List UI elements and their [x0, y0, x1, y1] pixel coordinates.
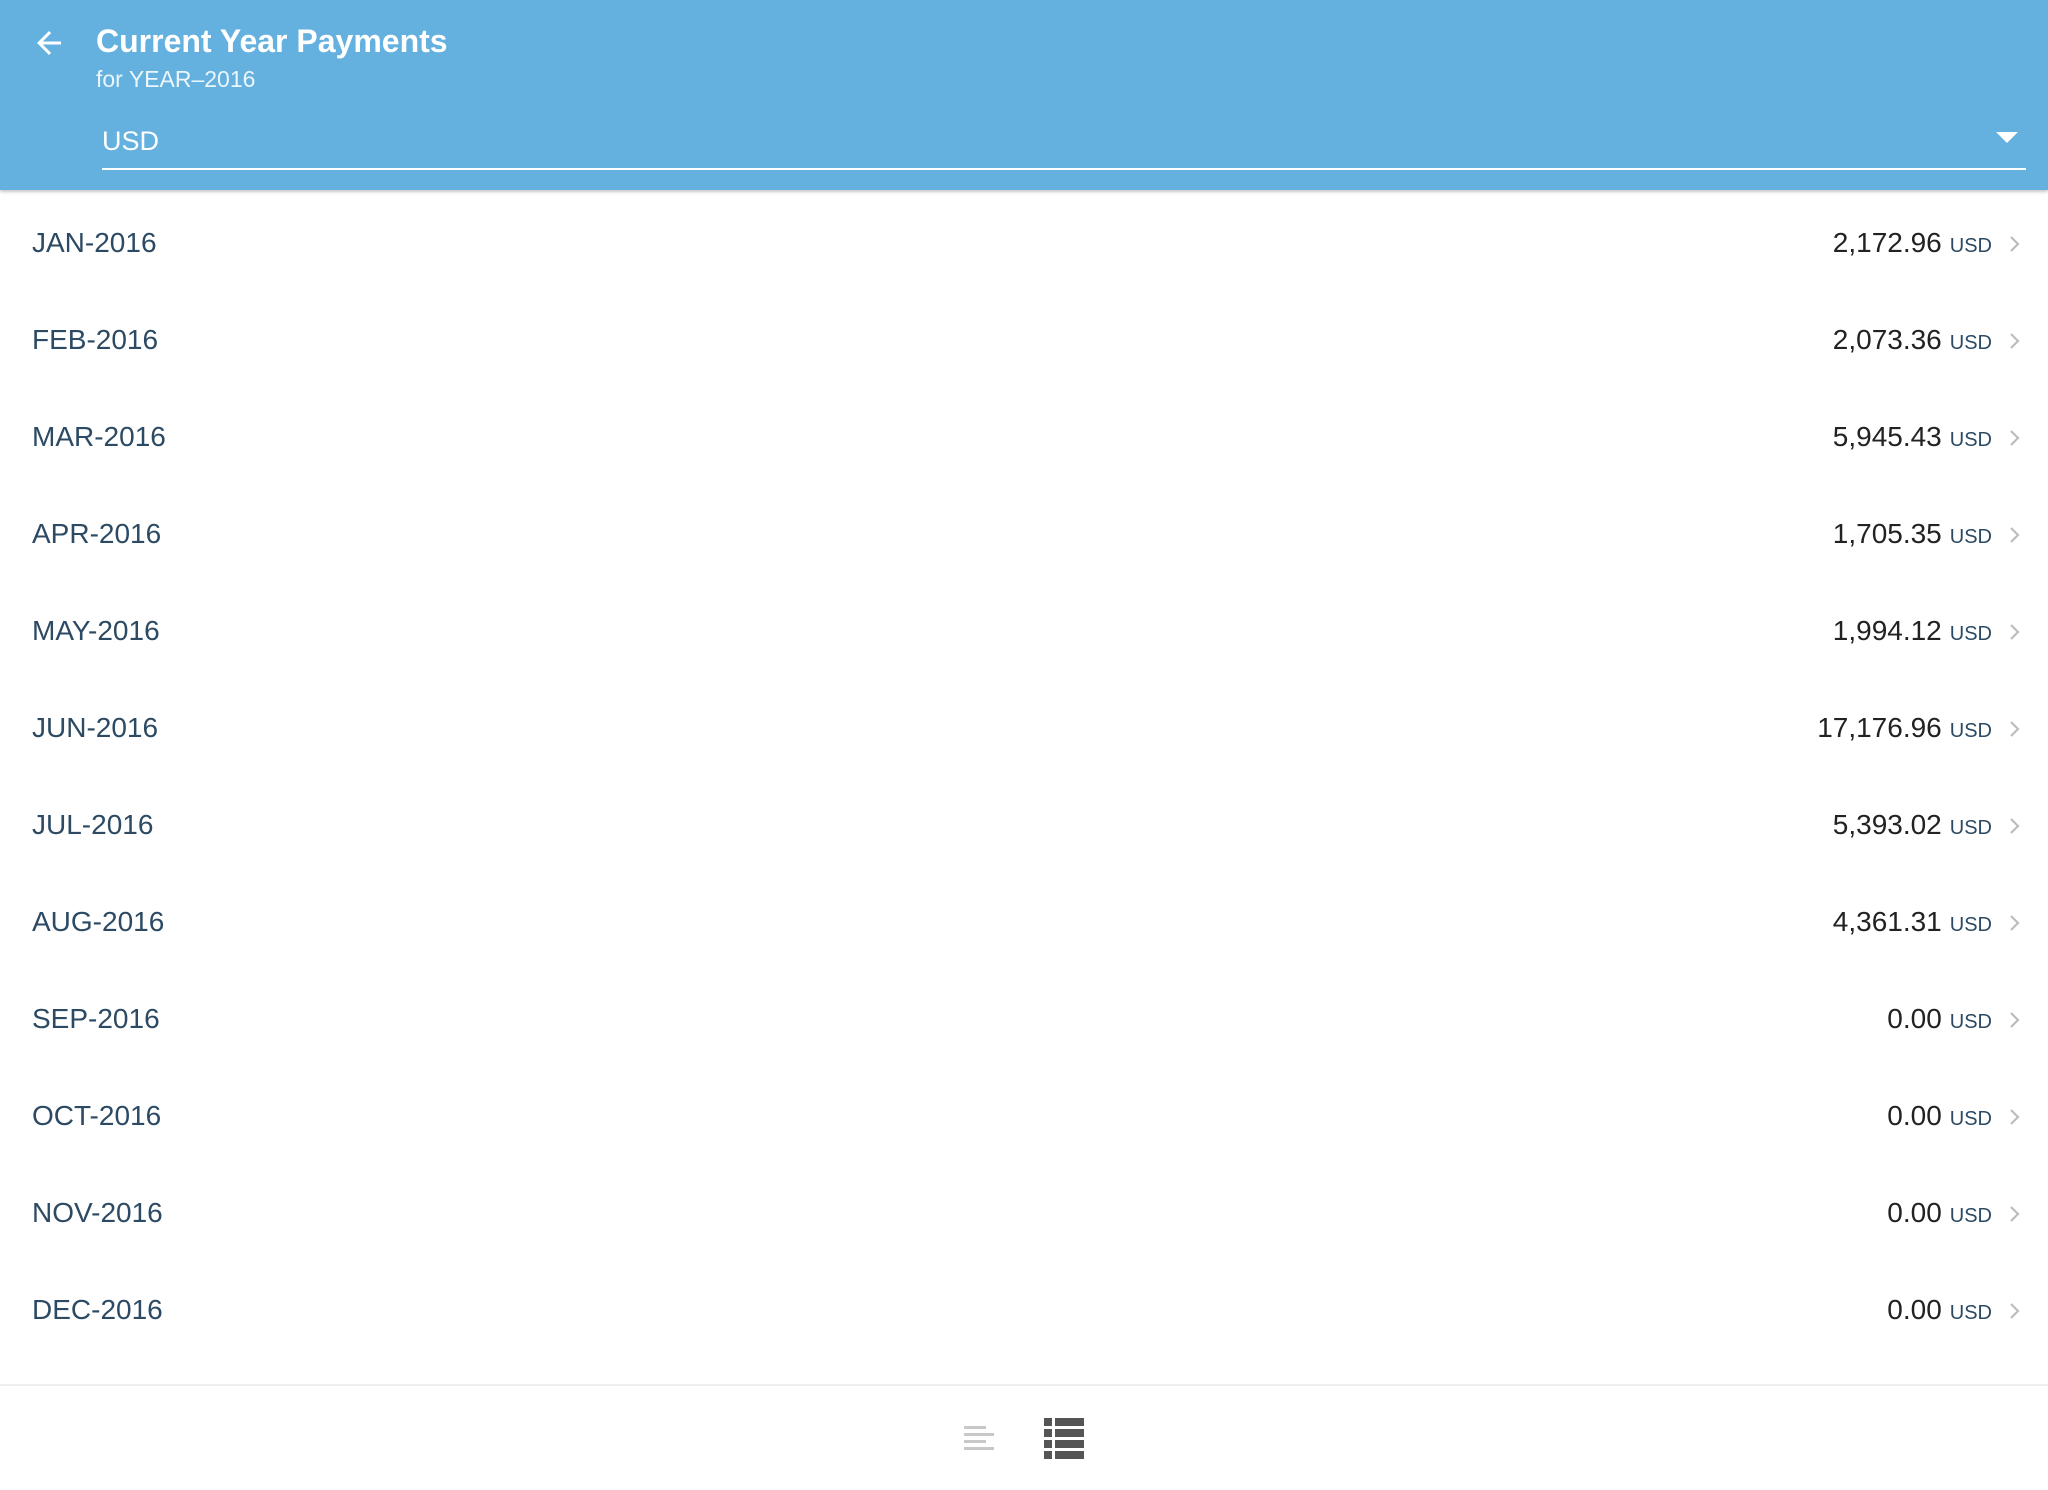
currency-unit: USD [1949, 623, 1992, 645]
currency-unit: USD [1949, 429, 1992, 451]
payment-amount: 5,393.02 [1832, 809, 1942, 840]
payments-list: JAN-2016 2,172.96 USD FEB-2016 2,073.36 … [0, 194, 2048, 1358]
payment-amount: 2,073.36 [1832, 324, 1942, 355]
amount-group: 2,172.96 USD [1833, 226, 1992, 263]
chevron-right-icon [2010, 915, 2020, 931]
payment-amount: 0.00 [1887, 1294, 1942, 1325]
bottom-bar [0, 1384, 2048, 1490]
payment-amount: 0.00 [1887, 1100, 1942, 1131]
payment-amount: 2,172.96 [1832, 227, 1942, 258]
amount-group: 5,945.43 USD [1833, 420, 1992, 457]
page-title: Current Year Payments [96, 23, 448, 59]
currency-unit: USD [1949, 914, 1992, 936]
amount-group: 0.00 USD [1887, 1099, 1992, 1136]
currency-select-value: USD [102, 126, 160, 156]
chevron-right-icon [2010, 527, 2020, 543]
currency-unit: USD [1949, 235, 1992, 257]
amount-group: 0.00 USD [1887, 1293, 1992, 1330]
chevron-right-icon [2010, 721, 2020, 737]
detail-list-view-icon [1044, 1418, 1084, 1459]
chevron-right-icon [2010, 1012, 2020, 1028]
currency-select[interactable]: USD [102, 118, 2026, 170]
chevron-right-icon [2010, 333, 2020, 349]
amount-group: 0.00 USD [1887, 1196, 1992, 1233]
payment-row[interactable]: MAR-2016 5,945.43 USD [0, 388, 2048, 485]
app-bar: Current Year Payments for YEAR–2016 USD [0, 0, 2048, 190]
chevron-right-icon [2010, 818, 2020, 834]
month-label: AUG-2016 [32, 906, 165, 937]
currency-unit: USD [1949, 332, 1992, 354]
payment-amount: 0.00 [1887, 1197, 1942, 1228]
currency-unit: USD [1949, 1302, 1992, 1324]
currency-unit: USD [1949, 526, 1992, 548]
amount-group: 1,994.12 USD [1833, 614, 1992, 651]
payment-amount: 1,705.35 [1832, 518, 1942, 549]
month-label: JUL-2016 [32, 809, 154, 840]
payment-row[interactable]: MAY-2016 1,994.12 USD [0, 582, 2048, 679]
payment-amount: 17,176.96 [1817, 712, 1942, 743]
month-label: JAN-2016 [32, 227, 157, 258]
payment-row[interactable]: SEP-2016 0.00 USD [0, 970, 2048, 1067]
amount-group: 4,361.31 USD [1833, 905, 1992, 942]
payment-row[interactable]: APR-2016 1,705.35 USD [0, 485, 2048, 582]
payment-row[interactable]: NOV-2016 0.00 USD [0, 1164, 2048, 1261]
chevron-right-icon [2010, 624, 2020, 640]
page-subtitle: for YEAR–2016 [96, 66, 256, 92]
payment-amount: 4,361.31 [1832, 906, 1942, 937]
month-label: SEP-2016 [32, 1003, 160, 1034]
summary-view-icon [964, 1426, 994, 1450]
currency-unit: USD [1949, 720, 1992, 742]
payment-row[interactable]: FEB-2016 2,073.36 USD [0, 291, 2048, 388]
payment-row[interactable]: OCT-2016 0.00 USD [0, 1067, 2048, 1164]
chevron-right-icon [2010, 236, 2020, 252]
chevron-right-icon [2010, 1303, 2020, 1319]
amount-group: 5,393.02 USD [1833, 808, 1992, 845]
month-label: FEB-2016 [32, 324, 159, 355]
currency-unit: USD [1949, 1011, 1992, 1033]
payment-row[interactable]: JUL-2016 5,393.02 USD [0, 776, 2048, 873]
chevron-right-icon [2010, 1206, 2020, 1222]
currency-unit: USD [1949, 1205, 1992, 1227]
amount-group: 17,176.96 USD [1817, 711, 1992, 748]
currency-unit: USD [1949, 1108, 1992, 1130]
amount-group: 2,073.36 USD [1833, 323, 1992, 360]
month-label: OCT-2016 [32, 1100, 162, 1131]
payment-amount: 5,945.43 [1832, 421, 1942, 452]
detail-list-view-button[interactable] [1042, 1416, 1086, 1460]
month-label: DEC-2016 [32, 1294, 163, 1325]
month-label: APR-2016 [32, 518, 162, 549]
chevron-right-icon [2010, 1109, 2020, 1125]
month-label: JUN-2016 [32, 712, 159, 743]
payment-amount: 0.00 [1887, 1003, 1942, 1034]
month-label: NOV-2016 [32, 1197, 163, 1228]
payment-row[interactable]: AUG-2016 4,361.31 USD [0, 873, 2048, 970]
month-label: MAR-2016 [32, 421, 166, 452]
payment-row[interactable]: JUN-2016 17,176.96 USD [0, 679, 2048, 776]
payment-row[interactable]: DEC-2016 0.00 USD [0, 1261, 2048, 1358]
amount-group: 1,705.35 USD [1833, 517, 1992, 554]
arrow-left-icon [37, 31, 61, 55]
back-button[interactable] [22, 16, 76, 70]
chevron-right-icon [2010, 430, 2020, 446]
payment-amount: 1,994.12 [1832, 615, 1942, 646]
month-label: MAY-2016 [32, 615, 160, 646]
amount-group: 0.00 USD [1887, 1002, 1992, 1039]
currency-unit: USD [1949, 817, 1992, 839]
dropdown-arrow-icon [1996, 132, 2018, 143]
payment-row[interactable]: JAN-2016 2,172.96 USD [0, 194, 2048, 291]
summary-view-button[interactable] [957, 1416, 1001, 1460]
